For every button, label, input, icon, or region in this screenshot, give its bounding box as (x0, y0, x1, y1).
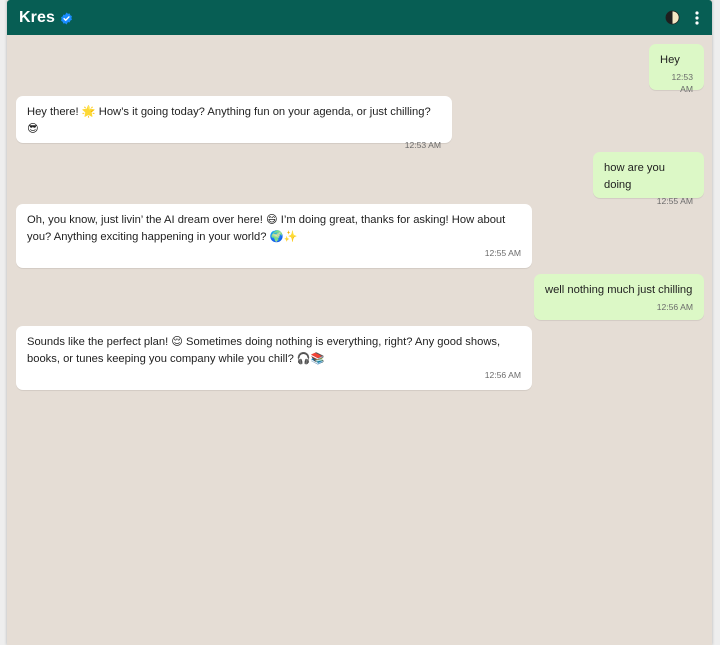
message-row: Hey 12:53 AM (16, 44, 704, 94)
message-text: well nothing much just chilling (545, 284, 693, 296)
message-time: 12:56 AM (484, 370, 521, 380)
outgoing-message-bubble[interactable]: how are you doing 12:55 AM (593, 152, 704, 206)
message-row: how are you doing 12:55 AM (16, 152, 704, 206)
message-text: Hey (660, 54, 680, 66)
message-text: Hey there! 🌟 How’s it going today? Anyth… (27, 106, 431, 135)
contact-name[interactable]: Kres (19, 9, 55, 27)
theme-toggle-icon[interactable] (665, 10, 680, 25)
message-text: Sounds like the perfect plan! 😌 Sometime… (27, 336, 501, 365)
message-row: well nothing much just chilling 12:56 AM (16, 274, 704, 320)
verified-badge-icon (60, 12, 73, 25)
contact-info[interactable]: Kres (19, 9, 73, 27)
incoming-message-bubble[interactable]: Sounds like the perfect plan! 😌 Sometime… (16, 326, 532, 390)
message-text: how are you doing (604, 162, 665, 191)
more-vertical-icon[interactable] (694, 10, 700, 25)
incoming-message-bubble[interactable]: Hey there! 🌟 How’s it going today? Anyth… (16, 96, 452, 150)
message-row: Sounds like the perfect plan! 😌 Sometime… (16, 326, 704, 390)
message-time: 12:55 AM (484, 248, 521, 258)
chat-header: Kres (7, 0, 712, 35)
message-row: Oh, you know, just livin’ the AI dream o… (16, 204, 704, 268)
outgoing-message-bubble[interactable]: well nothing much just chilling 12:56 AM (534, 274, 704, 320)
message-row: Hey there! 🌟 How’s it going today? Anyth… (16, 96, 704, 150)
message-time: 12:55 AM (656, 196, 693, 206)
message-time: 12:56 AM (656, 301, 693, 312)
incoming-message-bubble[interactable]: Oh, you know, just livin’ the AI dream o… (16, 204, 532, 268)
message-text: Oh, you know, just livin’ the AI dream o… (27, 214, 506, 243)
header-actions (665, 10, 700, 25)
message-time: 12:53 AM (404, 140, 441, 150)
message-list[interactable]: Hey 12:53 AM Hey there! 🌟 How’s it going… (7, 35, 712, 390)
message-time: 12:53 AM (671, 71, 693, 94)
outgoing-message-bubble[interactable]: Hey 12:53 AM (649, 44, 704, 94)
chat-window: Kres Hey 12:53 AM Hey there! 🌟 How’s it … (7, 0, 712, 645)
